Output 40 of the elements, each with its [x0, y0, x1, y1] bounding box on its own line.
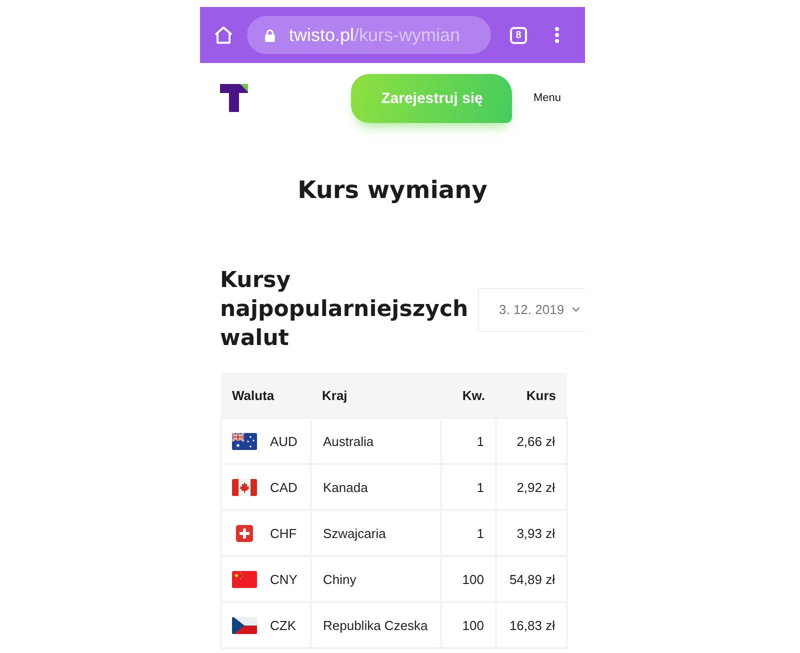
column-header: Kurs — [496, 373, 567, 418]
more-options-icon[interactable] — [555, 27, 559, 43]
chinese-flag-icon — [232, 570, 257, 588]
unit-amount: 100 — [462, 572, 484, 586]
chevron-down-icon — [572, 307, 580, 312]
exchange-rate: 2,92 zł — [516, 480, 555, 494]
lock-icon — [265, 28, 275, 42]
page-title: Kurs wymiany — [298, 175, 488, 205]
exchange-rate: 2,66 zł — [516, 434, 555, 448]
country-name: Kanada — [323, 480, 368, 494]
country-name: Chiny — [323, 572, 356, 586]
currency-code: CAD — [270, 480, 298, 494]
column-header: Kw. — [441, 373, 496, 418]
menu-link[interactable]: Menu — [533, 92, 561, 104]
tab-count-button[interactable]: 8 — [510, 26, 527, 44]
czech-flag-icon — [232, 616, 257, 634]
date-select[interactable]: 3. 12. 2019 — [478, 288, 585, 332]
country-name: Szwajcaria — [323, 526, 386, 540]
country-name: Republika Czeska — [323, 618, 428, 632]
column-header: Kraj — [311, 373, 441, 418]
exchange-rate: 16,83 zł — [509, 618, 555, 632]
address-bar[interactable]: twisto.pl/kurs-wymian — [247, 16, 491, 54]
home-icon[interactable] — [214, 26, 233, 44]
unit-amount: 100 — [462, 618, 484, 632]
column-header: Waluta — [221, 373, 311, 418]
exchange-rate: 54,89 zł — [509, 572, 555, 586]
currency-code: AUD — [270, 434, 298, 448]
currency-code: CNY — [270, 572, 298, 586]
section-heading: Kursy najpopularniejszych walut — [220, 267, 470, 353]
australian-flag-icon — [232, 432, 257, 450]
swiss-flag-icon — [236, 524, 253, 542]
unit-amount: 1 — [476, 526, 484, 540]
unit-amount: 1 — [476, 480, 484, 494]
canadian-flag-icon — [232, 478, 257, 496]
currency-code: CHF — [270, 526, 297, 540]
unit-amount: 1 — [476, 434, 484, 448]
country-name: Australia — [323, 434, 374, 448]
logo[interactable] — [220, 84, 248, 112]
currency-code: CZK — [270, 618, 296, 632]
exchange-rate: 3,93 zł — [516, 526, 555, 540]
